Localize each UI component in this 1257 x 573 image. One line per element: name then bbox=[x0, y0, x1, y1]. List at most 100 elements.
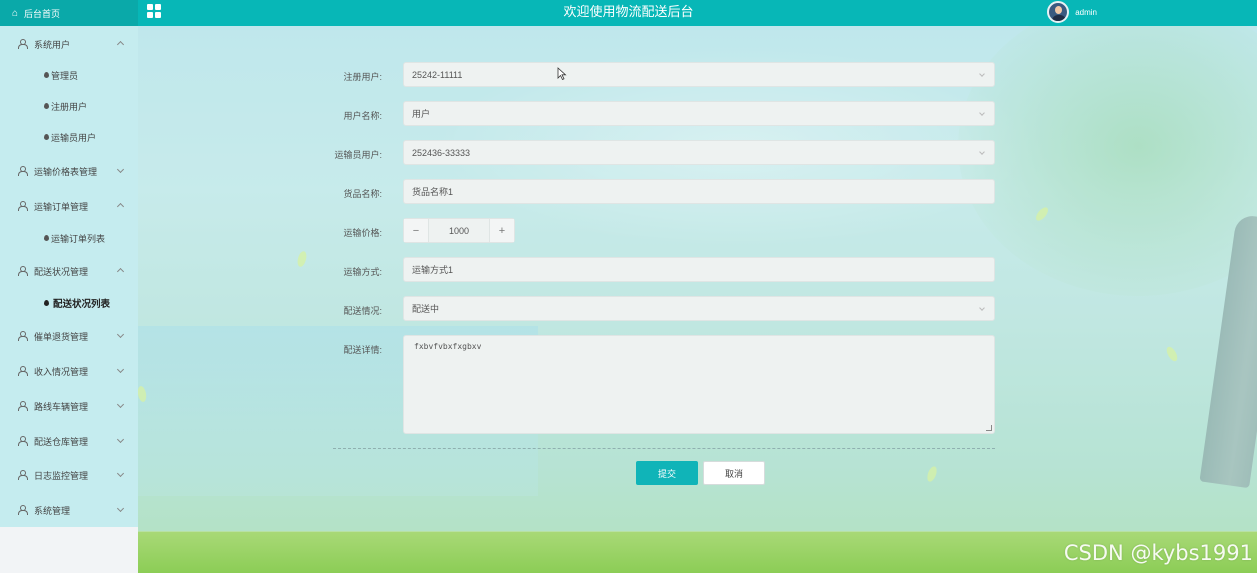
chevron-down-icon bbox=[979, 110, 985, 116]
sidebar-subitem-label: 管理员 bbox=[51, 70, 79, 81]
chevron-up-icon bbox=[116, 267, 125, 276]
pin-icon bbox=[44, 103, 49, 109]
transporter-select[interactable]: 252436-33333 bbox=[403, 140, 995, 165]
pin-icon bbox=[44, 300, 49, 306]
chevron-down-icon bbox=[116, 365, 125, 374]
sidebar-item-system-settings[interactable]: 系统管理 bbox=[0, 500, 138, 520]
home-link[interactable]: ⌂ 后台首页 bbox=[0, 0, 138, 26]
pin-icon bbox=[44, 72, 49, 78]
sidebar-item-logs[interactable]: 日志监控管理 bbox=[0, 465, 138, 485]
mouse-cursor-icon bbox=[557, 67, 567, 80]
status-label: 配送情况: bbox=[343, 306, 382, 316]
user-icon bbox=[18, 470, 28, 480]
sidebar-item-system-users[interactable]: 系统用户 bbox=[0, 34, 138, 54]
chevron-up-icon bbox=[116, 202, 125, 211]
method-label: 运输方式: bbox=[343, 267, 382, 277]
transporter-label: 运输员用户: bbox=[334, 150, 382, 160]
chevron-down-icon bbox=[116, 165, 125, 174]
chevron-up-icon bbox=[116, 40, 125, 49]
top-bar: ⌂ 后台首页 欢迎使用物流配送后台 admin bbox=[0, 0, 1257, 26]
user-icon bbox=[18, 366, 28, 376]
goods-name-label: 货品名称: bbox=[343, 189, 382, 199]
user-icon bbox=[18, 201, 28, 211]
sidebar-item-label: 收入情况管理 bbox=[34, 366, 89, 377]
chevron-down-icon bbox=[979, 305, 985, 311]
registered-user-label: 注册用户: bbox=[343, 72, 382, 82]
user-icon bbox=[18, 39, 28, 49]
decrement-button[interactable]: − bbox=[404, 219, 429, 242]
watermark: CSDN @kybs1991 bbox=[1063, 541, 1253, 565]
chevron-down-icon bbox=[116, 469, 125, 478]
sidebar-subitem-label: 配送状况列表 bbox=[53, 299, 111, 310]
chevron-down-icon bbox=[116, 504, 125, 513]
registered-user-select[interactable]: 25242-11111 bbox=[403, 62, 995, 87]
user-icon bbox=[18, 266, 28, 276]
sidebar-item-label: 配送仓库管理 bbox=[34, 436, 89, 447]
sidebar-subitem-order-list[interactable]: 运输订单列表 bbox=[0, 229, 138, 247]
user-icon bbox=[18, 436, 28, 446]
price-value[interactable]: 1000 bbox=[429, 219, 489, 242]
transporter-value: 252436-33333 bbox=[412, 147, 471, 158]
cancel-button[interactable]: 取消 bbox=[703, 461, 765, 485]
sidebar-footer bbox=[0, 527, 138, 573]
user-name-select[interactable]: 用户 bbox=[403, 101, 995, 126]
increment-button[interactable]: + bbox=[489, 219, 514, 242]
pin-icon bbox=[44, 235, 49, 241]
grid-menu-icon[interactable] bbox=[147, 4, 161, 18]
sidebar-subitem-admin[interactable]: 管理员 bbox=[0, 66, 138, 84]
method-value: 运输方式1 bbox=[412, 265, 454, 275]
form-divider bbox=[333, 448, 995, 449]
sidebar-item-label: 运输订单管理 bbox=[34, 201, 89, 212]
registered-user-value: 25242-11111 bbox=[412, 69, 463, 80]
method-input[interactable]: 运输方式1 bbox=[403, 257, 995, 282]
sidebar-item-label: 系统管理 bbox=[34, 505, 71, 516]
username: admin bbox=[1075, 7, 1097, 17]
sidebar-subitem-delivery-status-list[interactable]: 配送状况列表 bbox=[0, 294, 138, 312]
sidebar-item-label: 催单退货管理 bbox=[34, 331, 89, 342]
chevron-down-icon bbox=[979, 71, 985, 77]
user-name-label: 用户名称: bbox=[343, 111, 382, 121]
resize-handle-icon[interactable] bbox=[986, 425, 992, 431]
goods-name-input[interactable]: 货品名称1 bbox=[403, 179, 995, 204]
sidebar-item-returns[interactable]: 催单退货管理 bbox=[0, 326, 138, 346]
sidebar-item-price-table[interactable]: 运输价格表管理 bbox=[0, 161, 138, 181]
sidebar-item-label: 日志监控管理 bbox=[34, 470, 89, 481]
sidebar-item-label: 系统用户 bbox=[34, 39, 71, 50]
price-stepper[interactable]: − 1000 + bbox=[403, 218, 515, 243]
sidebar-item-orders[interactable]: 运输订单管理 bbox=[0, 196, 138, 216]
sidebar-subitem-label: 运输员用户 bbox=[51, 132, 97, 143]
avatar bbox=[1047, 1, 1070, 23]
sidebar-subitem-label: 注册用户 bbox=[51, 101, 88, 112]
chevron-down-icon bbox=[116, 400, 125, 409]
submit-button[interactable]: 提交 bbox=[636, 461, 698, 485]
detail-textarea[interactable]: fxbvfvbxfxgbxv bbox=[403, 335, 995, 434]
sidebar-subitem-registered-users[interactable]: 注册用户 bbox=[0, 97, 138, 115]
sidebar-item-income[interactable]: 收入情况管理 bbox=[0, 361, 138, 381]
user-icon bbox=[18, 401, 28, 411]
sidebar-item-label: 路线车辆管理 bbox=[34, 401, 89, 412]
chevron-down-icon bbox=[116, 435, 125, 444]
sidebar-item-routes-vehicles[interactable]: 路线车辆管理 bbox=[0, 396, 138, 416]
sidebar-subitem-transporter-users[interactable]: 运输员用户 bbox=[0, 128, 138, 146]
sidebar-item-label: 配送状况管理 bbox=[34, 266, 89, 277]
detail-value: fxbvfvbxfxgbxv bbox=[414, 342, 482, 351]
price-label: 运输价格: bbox=[343, 228, 382, 238]
chevron-down-icon bbox=[116, 330, 125, 339]
sidebar-subitem-label: 运输订单列表 bbox=[51, 233, 106, 244]
detail-label: 配送详情: bbox=[343, 345, 382, 355]
status-value: 配送中 bbox=[412, 304, 440, 314]
user-icon bbox=[18, 505, 28, 515]
home-link-label: 后台首页 bbox=[24, 8, 61, 19]
status-select[interactable]: 配送中 bbox=[403, 296, 995, 321]
goods-name-value: 货品名称1 bbox=[412, 187, 454, 197]
home-icon: ⌂ bbox=[12, 7, 19, 19]
sidebar-item-label: 运输价格表管理 bbox=[34, 166, 98, 177]
user-icon bbox=[18, 331, 28, 341]
sidebar-item-warehouses[interactable]: 配送仓库管理 bbox=[0, 431, 138, 451]
user-menu[interactable]: admin bbox=[1047, 1, 1097, 23]
user-name-value: 用户 bbox=[412, 109, 431, 119]
chevron-down-icon bbox=[979, 149, 985, 155]
user-icon bbox=[18, 166, 28, 176]
pin-icon bbox=[44, 134, 49, 140]
sidebar-item-delivery-status[interactable]: 配送状况管理 bbox=[0, 261, 138, 281]
